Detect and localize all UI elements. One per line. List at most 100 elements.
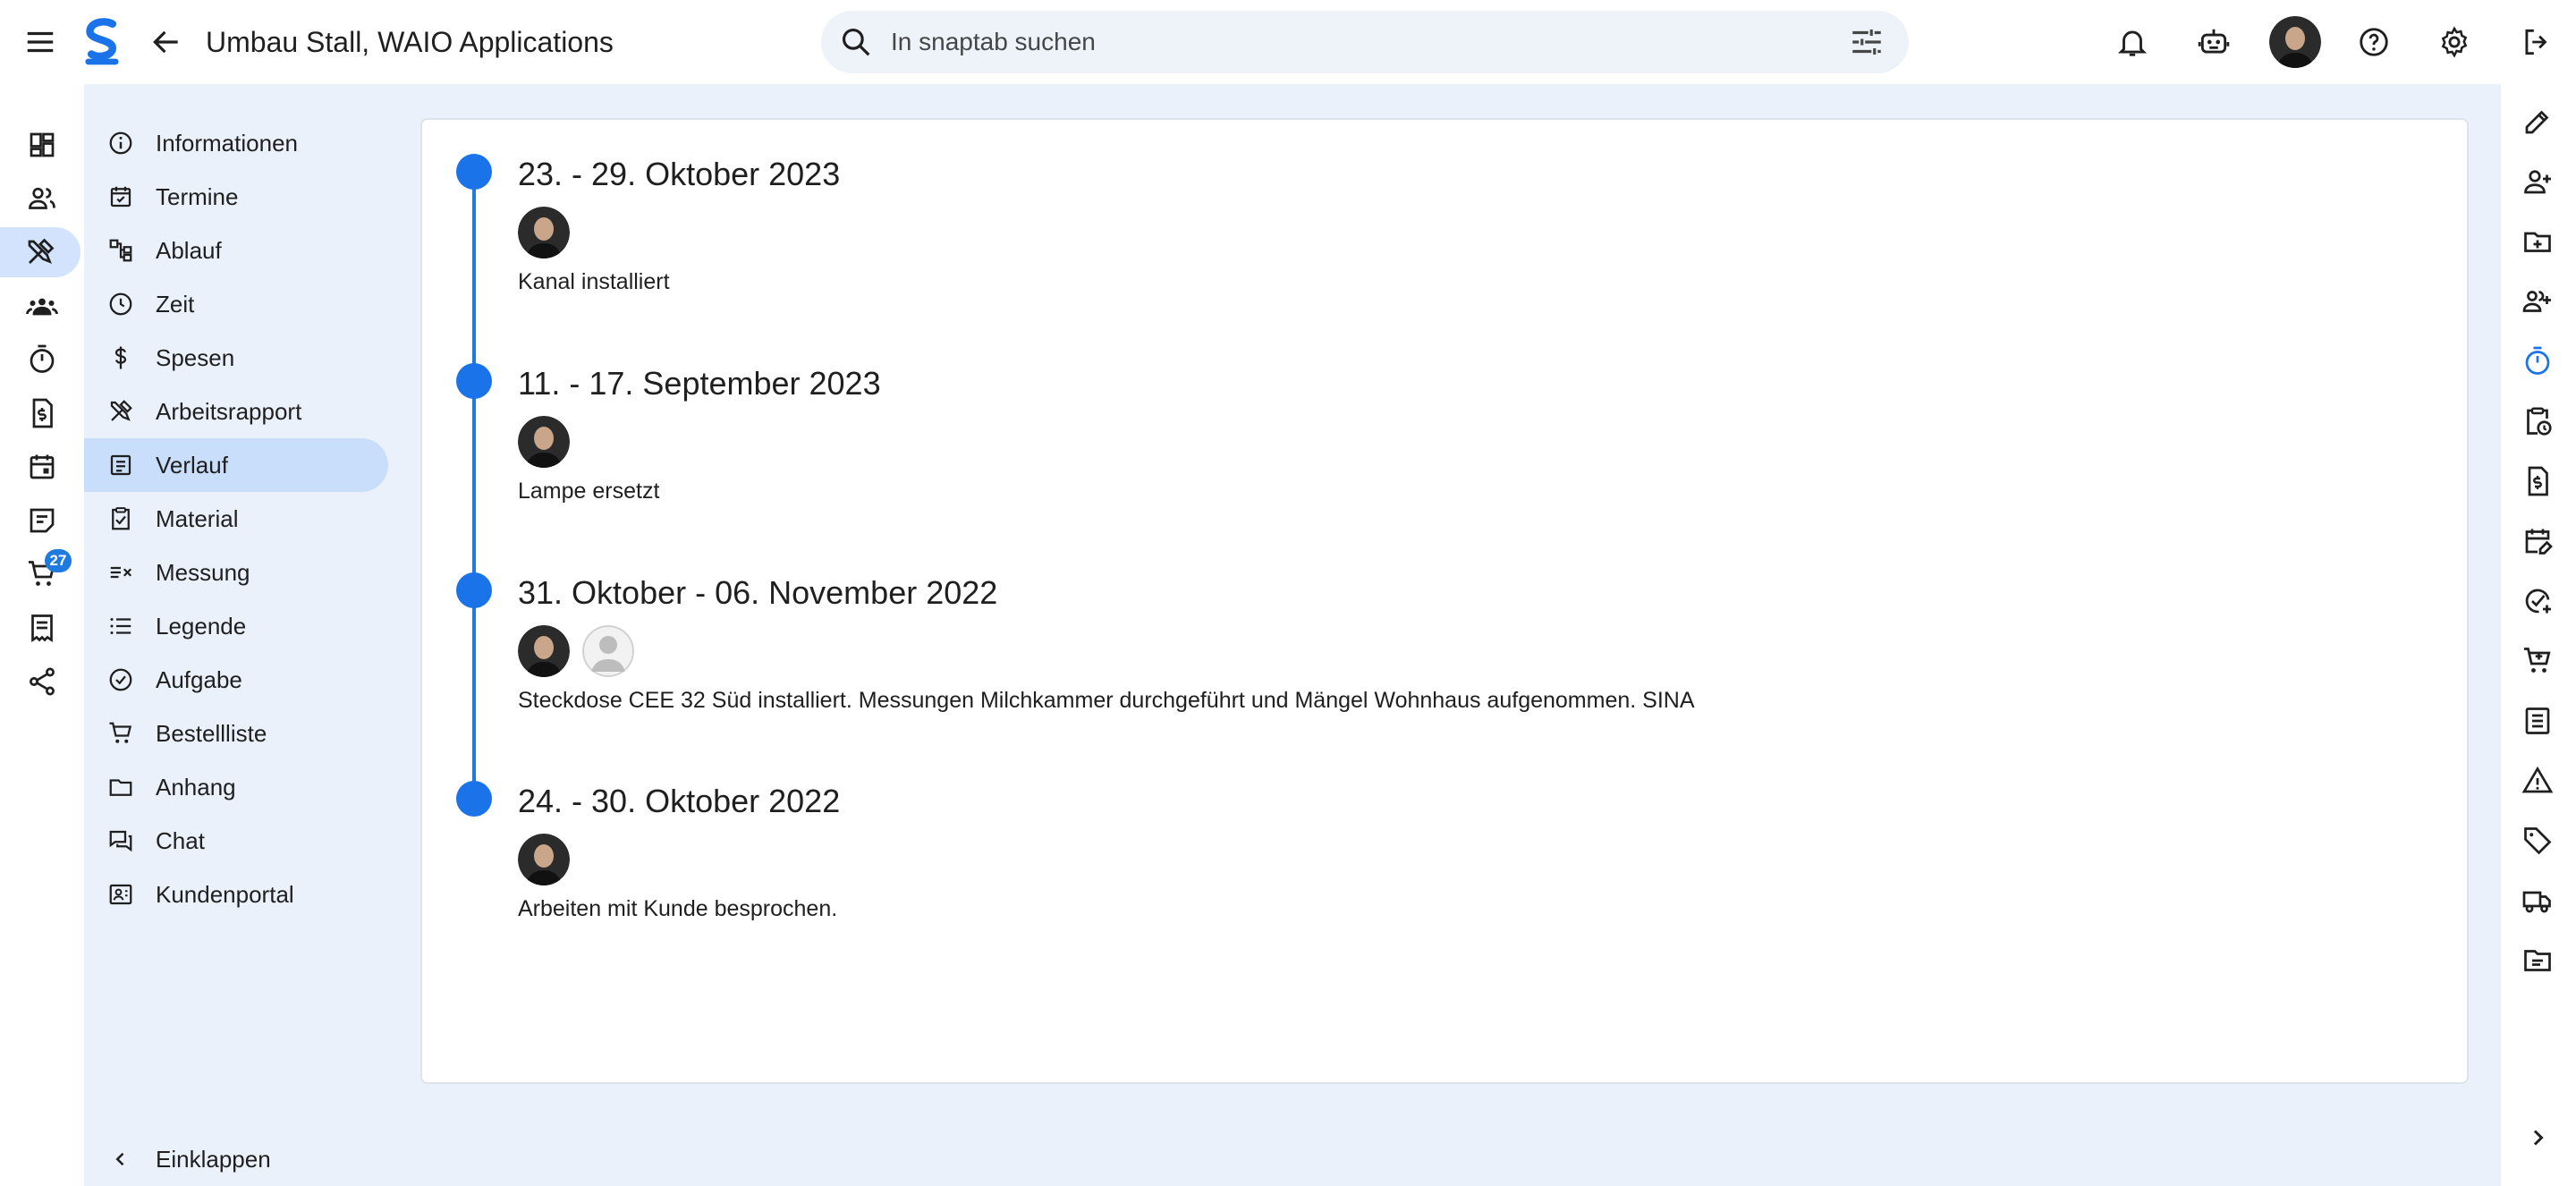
timeline-avatars: [518, 834, 570, 885]
calendar-icon: [30, 454, 55, 479]
edit-button[interactable]: [2512, 97, 2563, 147]
rail-calendar[interactable]: [5, 442, 79, 492]
rail-share[interactable]: [5, 657, 79, 707]
notes-icon: [30, 508, 55, 533]
rail-tools[interactable]: [0, 227, 80, 277]
nav-item-anhang[interactable]: Anhang: [84, 760, 388, 814]
measure-icon: [110, 566, 132, 579]
dollar-icon: [114, 346, 127, 369]
gear-icon[interactable]: [2429, 17, 2479, 67]
nav-item-aufgabe[interactable]: Aufgabe: [84, 653, 388, 707]
folder-add-button[interactable]: [2512, 216, 2563, 267]
flow-icon: [109, 239, 132, 262]
warning-button[interactable]: [2512, 756, 2563, 806]
rail-dashboard[interactable]: [5, 120, 79, 170]
rail-groups[interactable]: [5, 281, 79, 331]
timeline-dot: [456, 363, 492, 399]
rail-people[interactable]: [5, 174, 79, 224]
nav-item-material[interactable]: Material: [84, 492, 388, 546]
truck-button[interactable]: [2512, 876, 2563, 926]
check-add-icon: [2525, 589, 2551, 614]
expand-button[interactable]: [2512, 1113, 2563, 1163]
nav-item-termine[interactable]: Termine: [84, 170, 388, 224]
list-button[interactable]: [2512, 696, 2563, 746]
bell-icon[interactable]: [2107, 17, 2157, 67]
cart-add-button[interactable]: [2512, 636, 2563, 686]
group-add-button[interactable]: [2512, 276, 2563, 326]
invoice-button[interactable]: [2512, 456, 2563, 506]
event-icon: [110, 186, 131, 208]
help-icon[interactable]: [2349, 17, 2399, 67]
receipt-icon: [31, 614, 53, 643]
person-add-icon: [2524, 170, 2551, 194]
avatar-placeholder[interactable]: [582, 625, 634, 677]
rail-invoice[interactable]: [5, 388, 79, 438]
search-icon: [842, 28, 870, 56]
timeline-entry-text: Lampe ersetzt: [518, 479, 660, 504]
list-icon: [2525, 707, 2550, 734]
right-action-rail: [2501, 84, 2576, 1186]
search-input[interactable]: [891, 20, 1767, 64]
folder-add-icon: [2524, 232, 2551, 252]
avatar[interactable]: [518, 416, 570, 468]
people-icon: [29, 187, 55, 209]
groups-icon: [26, 298, 58, 316]
snaptab-logo[interactable]: [79, 14, 125, 70]
search-bar[interactable]: [821, 11, 1909, 73]
timer-button[interactable]: [2512, 336, 2563, 386]
nav-item-verlauf[interactable]: Verlauf: [84, 438, 388, 492]
timeline-entry-title: 31. Oktober - 06. November 2022: [518, 574, 998, 611]
chevron-right-icon: [2533, 1130, 2544, 1146]
timeline-line: [472, 172, 476, 798]
avatar[interactable]: [518, 834, 570, 885]
folder-notes-button[interactable]: [2512, 936, 2563, 986]
avatar[interactable]: [518, 207, 570, 258]
timer-icon: [2525, 346, 2550, 375]
nav-item-ablauf[interactable]: Ablauf: [84, 224, 388, 277]
arrow-back-icon[interactable]: [141, 17, 191, 67]
check-add-button[interactable]: [2512, 576, 2563, 626]
rail-cart[interactable]: 27: [5, 549, 79, 599]
nav-item-arbeitsrapport[interactable]: Arbeitsrapport: [84, 385, 388, 438]
calendar-edit-icon: [2525, 529, 2553, 555]
portal-icon: [109, 884, 132, 905]
nav-item-informationen[interactable]: Informationen: [84, 116, 388, 170]
timeline-avatars: [518, 207, 570, 258]
nav-item-messung[interactable]: Messung: [84, 546, 388, 599]
icon-rail: 27: [0, 84, 84, 1186]
cart-icon: [109, 722, 132, 743]
tag-button[interactable]: [2512, 816, 2563, 866]
check-circle-icon: [109, 668, 132, 691]
tune-icon[interactable]: [1848, 23, 1885, 61]
person-add-button[interactable]: [2512, 157, 2563, 207]
nav-item-legende[interactable]: Legende: [84, 599, 388, 653]
nav-item-kundenportal[interactable]: Kundenportal: [84, 868, 388, 921]
logout-icon[interactable]: [2512, 17, 2562, 67]
nav-item-zeit[interactable]: Zeit: [84, 277, 388, 331]
info-icon: [109, 131, 132, 155]
menu-icon[interactable]: [15, 17, 65, 67]
calendar-edit-button[interactable]: [2512, 516, 2563, 566]
timeline-entry-title: 23. - 29. Oktober 2023: [518, 156, 841, 192]
timeline-avatars: [518, 625, 634, 677]
timeline-entry-title: 11. - 17. September 2023: [518, 365, 881, 402]
avatar[interactable]: [2269, 16, 2321, 68]
top-bar: Umbau Stall, WAIO Applications: [0, 0, 2576, 84]
robot-icon[interactable]: [2189, 17, 2239, 67]
rail-notes[interactable]: [5, 496, 79, 546]
clipboard-clock-button[interactable]: [2512, 396, 2563, 446]
nav-item-spesen[interactable]: Spesen: [84, 331, 388, 385]
nav-item-bestellliste[interactable]: Bestellliste: [84, 707, 388, 760]
timeline-entry-title: 24. - 30. Oktober 2022: [518, 783, 841, 819]
folder-notes-icon: [2524, 950, 2551, 971]
warning-icon: [2521, 766, 2554, 793]
truck-icon: [2522, 891, 2551, 913]
page-title: Umbau Stall, WAIO Applications: [206, 26, 614, 58]
collapse-button[interactable]: Einklappen: [84, 1132, 388, 1186]
rail-timer[interactable]: [5, 335, 79, 385]
project-nav: Informationen Termine Ablauf Zeit Spesen…: [84, 116, 388, 921]
nav-item-chat[interactable]: Chat: [84, 814, 388, 868]
avatar[interactable]: [518, 625, 570, 677]
tools-icon: [110, 400, 132, 421]
rail-receipt[interactable]: [5, 603, 79, 653]
